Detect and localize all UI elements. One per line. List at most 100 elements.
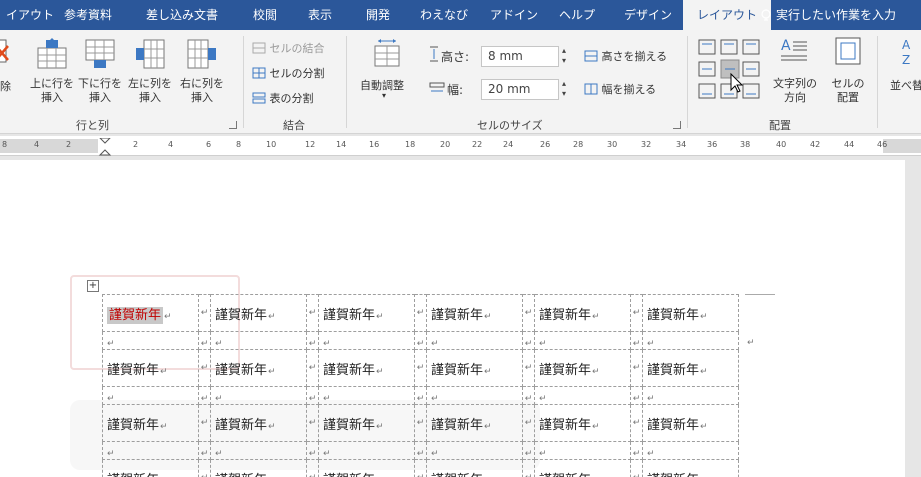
document-table[interactable]: 謹賀新年 ↵ ↵ 謹賀新年↵ ↵ 謹賀新年↵ ↵ 謹賀新年↵ ↵ 謹賀新年↵ ↵ 謹賀新年↵ ↵ ↵ ↵ ↵ ↵… — [102, 294, 739, 477]
insert-right-button[interactable] — [186, 38, 218, 74]
spacer-cell[interactable]: ↵ — [414, 349, 427, 387]
table-cell[interactable]: 謹賀新年↵ — [642, 404, 739, 442]
table-cell[interactable]: 謹賀新年↵ — [642, 459, 739, 477]
spacer-cell[interactable]: ↵ — [306, 386, 319, 405]
tab-addins[interactable]: アドイン — [490, 0, 538, 30]
tab-layout-page[interactable]: イアウト — [0, 0, 60, 30]
spacer-cell[interactable]: ↵ — [198, 386, 211, 405]
spacer-cell[interactable]: ↵ — [414, 331, 427, 350]
tab-references[interactable]: 参考資料 — [64, 0, 112, 30]
split-table-button[interactable]: 表の分割 — [252, 90, 314, 106]
table-move-handle-icon[interactable]: + — [87, 280, 99, 292]
spacer-cell[interactable]: ↵ — [102, 386, 199, 405]
spacer-cell[interactable]: ↵ — [426, 441, 523, 460]
table-cell[interactable]: 謹賀新年↵ — [426, 404, 523, 442]
tab-view[interactable]: 表示 — [308, 0, 332, 30]
cell-margins-button[interactable] — [834, 36, 862, 70]
table-cell[interactable]: 謹賀新年↵ — [426, 349, 523, 387]
table-cell[interactable]: 謹賀新年↵ — [210, 349, 307, 387]
table-cell[interactable]: 謹賀新年↵ — [426, 459, 523, 477]
insert-left-button[interactable] — [134, 38, 166, 74]
spacer-cell[interactable]: ↵ — [198, 331, 211, 350]
table-cell[interactable]: 謹賀新年↵ — [534, 349, 631, 387]
insert-below-button[interactable] — [84, 38, 116, 74]
table-cell[interactable]: 謹賀新年↵ — [210, 404, 307, 442]
tab-waenabi[interactable]: わえなび — [420, 0, 468, 30]
table-cell[interactable]: 謹賀新年↵ — [426, 294, 523, 332]
spacer-cell[interactable]: ↵ — [534, 441, 631, 460]
height-input[interactable]: 8 mm — [481, 46, 559, 67]
spacer-cell[interactable]: ↵ — [414, 404, 427, 442]
spacer-cell[interactable]: ↵ — [198, 404, 211, 442]
tell-me-box[interactable]: 実行したい作業を入力 — [760, 0, 896, 30]
table-cell[interactable]: 謹賀新年↵ — [102, 404, 199, 442]
tab-mailings[interactable]: 差し込み文書 — [146, 0, 218, 30]
spacer-cell[interactable]: ↵ — [630, 386, 643, 405]
table-cell[interactable]: 謹賀新年↵ — [534, 459, 631, 477]
spacer-cell[interactable]: ↵ — [306, 404, 319, 442]
spacer-cell[interactable]: ↵ — [522, 404, 535, 442]
spacer-cell[interactable]: ↵ — [102, 331, 199, 350]
spacer-cell[interactable]: ↵ — [414, 459, 427, 477]
horizontal-ruler[interactable]: 8 4 2 2 4 6 8 10 12 14 16 18 20 22 24 26… — [0, 136, 921, 156]
spacer-cell[interactable]: ↵ — [306, 331, 319, 350]
tab-design[interactable]: デザイン — [624, 0, 672, 30]
autofit-button[interactable] — [372, 38, 402, 72]
cell-size-launcher-icon[interactable] — [673, 121, 681, 129]
spacer-cell[interactable]: ↵ — [534, 331, 631, 350]
spacer-cell[interactable]: ↵ — [426, 331, 523, 350]
table-cell[interactable]: 謹賀新年↵ — [318, 404, 415, 442]
distribute-cols-button[interactable]: 幅を揃える — [584, 81, 656, 97]
table-cell[interactable]: 謹賀新年↵ — [534, 294, 631, 332]
spacer-cell[interactable]: ↵ — [210, 331, 307, 350]
table-cell[interactable]: 謹賀新年↵ — [534, 404, 631, 442]
spacer-cell[interactable]: ↵ — [522, 441, 535, 460]
spacer-cell[interactable]: ↵ — [522, 294, 535, 332]
spacer-cell[interactable]: ↵ — [198, 294, 211, 332]
spacer-cell[interactable]: ↵ — [318, 441, 415, 460]
spacer-cell[interactable]: ↵ — [210, 386, 307, 405]
table-cell[interactable]: 謹賀新年↵ — [102, 294, 199, 332]
spacer-cell[interactable]: ↵ — [306, 441, 319, 460]
tab-review[interactable]: 校閲 — [253, 0, 277, 30]
width-spinner[interactable]: ▴ ▾ — [558, 79, 570, 100]
distribute-rows-button[interactable]: 高さを揃える — [584, 48, 667, 64]
spacer-cell[interactable]: ↵ — [534, 386, 631, 405]
spacer-cell[interactable]: ↵ — [630, 294, 643, 332]
split-cells-button[interactable]: セルの分割 — [252, 65, 325, 81]
tab-developer[interactable]: 開発 — [366, 0, 390, 30]
spacer-cell[interactable]: ↵ — [642, 386, 739, 405]
spacer-cell[interactable]: ↵ — [198, 459, 211, 477]
table-cell[interactable]: 謹賀新年↵ — [318, 349, 415, 387]
spacer-cell[interactable]: ↵ — [306, 294, 319, 332]
rows-cols-launcher-icon[interactable] — [229, 121, 237, 129]
spacer-cell[interactable]: ↵ — [306, 349, 319, 387]
spacer-cell[interactable]: ↵ — [414, 294, 427, 332]
spacer-cell[interactable]: ↵ — [198, 349, 211, 387]
spacer-cell[interactable]: ↵ — [414, 386, 427, 405]
tab-layout[interactable]: レイアウト — [683, 0, 772, 32]
spacer-cell[interactable]: ↵ — [306, 459, 319, 477]
spacer-cell[interactable]: ↵ — [522, 349, 535, 387]
spacer-cell[interactable]: ↵ — [414, 441, 427, 460]
delete-button[interactable] — [0, 38, 12, 72]
width-input[interactable]: 20 mm — [481, 79, 559, 100]
spacer-cell[interactable]: ↵ — [102, 441, 199, 460]
spacer-cell[interactable]: ↵ — [630, 441, 643, 460]
spacer-cell[interactable]: ↵ — [318, 386, 415, 405]
spacer-cell[interactable]: ↵ — [522, 459, 535, 477]
spacer-cell[interactable]: ↵ — [630, 404, 643, 442]
table-cell[interactable]: 謹賀新年↵ — [318, 459, 415, 477]
table-cell[interactable]: 謹賀新年↵ — [642, 349, 739, 387]
table-cell[interactable]: 謹賀新年↵ — [102, 459, 199, 477]
spacer-cell[interactable]: ↵ — [522, 331, 535, 350]
spacer-cell[interactable]: ↵ — [426, 386, 523, 405]
spacer-cell[interactable]: ↵ — [198, 441, 211, 460]
insert-above-button[interactable] — [36, 38, 68, 74]
cell-alignment-grid[interactable] — [697, 38, 765, 108]
merge-cells-button[interactable]: セルの結合 — [252, 40, 325, 56]
table-cell[interactable]: 謹賀新年↵ — [642, 294, 739, 332]
sort-button[interactable]: AZ — [900, 36, 921, 74]
table-cell[interactable]: 謹賀新年↵ — [210, 459, 307, 477]
indent-marker-icon[interactable] — [98, 138, 112, 156]
